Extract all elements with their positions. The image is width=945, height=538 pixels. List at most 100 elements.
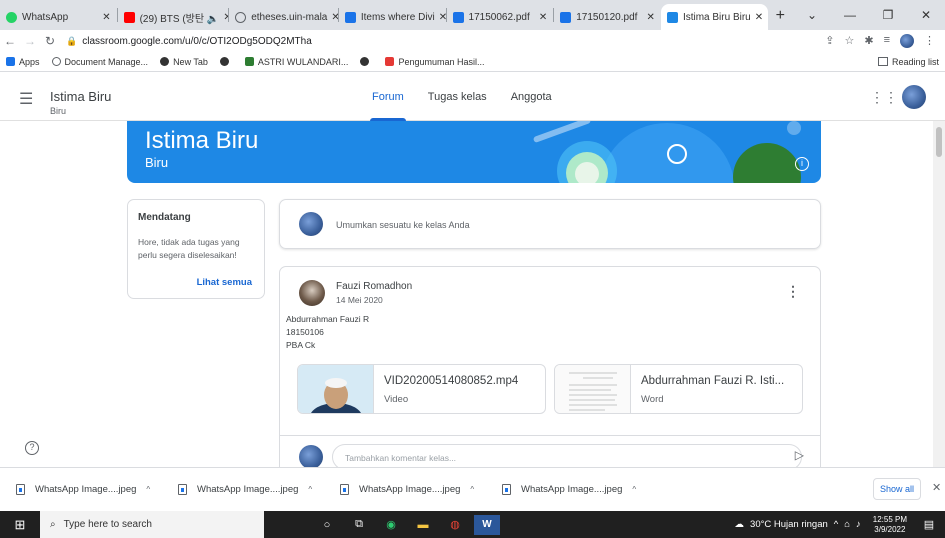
tab-search-icon[interactable]: ⌄: [793, 8, 831, 22]
help-icon[interactable]: ?: [25, 441, 39, 455]
close-tab-icon[interactable]: ✕: [219, 12, 228, 23]
profile-avatar-icon[interactable]: [900, 34, 914, 48]
close-tab-icon[interactable]: ✕: [535, 12, 547, 23]
announce-box[interactable]: Umumkan sesuatu ke kelas Anda: [279, 199, 821, 249]
banner-title: Istima Biru: [145, 127, 259, 154]
close-tab-icon[interactable]: ✕: [327, 12, 338, 23]
globe-favicon-icon: [235, 11, 247, 23]
tab-forum[interactable]: Forum: [360, 73, 416, 121]
bookmark-document-manage[interactable]: Document Manage...: [46, 57, 155, 67]
account-avatar[interactable]: [902, 85, 926, 109]
browser-tab-pdf-1[interactable]: 17150062.pdf ✕: [447, 4, 554, 30]
bookmark-globe[interactable]: [214, 57, 239, 66]
class-title[interactable]: Istima Biru: [50, 89, 111, 104]
restore-icon[interactable]: ❐: [869, 8, 907, 22]
info-icon[interactable]: i: [795, 157, 809, 171]
reading-list-button[interactable]: Reading list: [877, 57, 945, 67]
tray-chevron-icon[interactable]: ^: [834, 519, 838, 530]
file-explorer-icon[interactable]: ▬: [410, 515, 436, 535]
bookmark-label: New Tab: [173, 56, 208, 67]
show-all-button[interactable]: Show all: [873, 478, 921, 500]
browser-tab-whatsapp[interactable]: WhatsApp ✕: [0, 4, 117, 30]
edge-icon[interactable]: ◉: [378, 515, 404, 535]
bookmarks-bar: Apps Document Manage... New Tab ASTRI WU…: [0, 52, 945, 72]
download-item[interactable]: WhatsApp Image....jpeg ^: [324, 484, 486, 495]
star-icon[interactable]: ☆: [844, 34, 854, 48]
send-icon[interactable]: ▷: [795, 448, 804, 462]
new-tab-button[interactable]: +: [768, 4, 793, 30]
windows-taskbar: ⊞ ⌕ Type here to search ○ ⧉ ◉ ▬ ◍ W ☁ 30…: [0, 511, 945, 538]
download-item[interactable]: WhatsApp Image....jpeg ^: [162, 484, 324, 495]
word-icon[interactable]: W: [474, 514, 500, 535]
notifications-icon[interactable]: ▤: [916, 515, 942, 535]
extensions-icon[interactable]: ✱: [864, 34, 873, 48]
lock-icon[interactable]: 🔒: [66, 36, 77, 47]
windows-start-icon[interactable]: ⊞: [0, 517, 40, 533]
clock-time: 12:55 PM: [872, 514, 907, 524]
browser-tab-items[interactable]: Items where Divi ✕: [339, 4, 446, 30]
browser-tab-youtube[interactable]: (29) BTS (방탄 🔈 ✕: [118, 4, 228, 30]
close-downloads-icon[interactable]: ✕: [932, 481, 941, 494]
comment-placeholder: Tambahkan komentar kelas...: [345, 453, 457, 463]
view-all-link[interactable]: Lihat semua: [197, 277, 252, 288]
browser-tab-strip: WhatsApp ✕ (29) BTS (방탄 🔈 ✕ etheses.uin-…: [0, 0, 945, 30]
image-file-icon: [178, 484, 187, 495]
tab-label: 17150120.pdf: [576, 11, 638, 23]
tab-tugas-kelas[interactable]: Tugas kelas: [416, 73, 499, 121]
minimize-icon[interactable]: —: [831, 8, 869, 22]
classroom-favicon-icon: [666, 11, 678, 23]
download-filename: WhatsApp Image....jpeg: [197, 484, 299, 495]
download-item[interactable]: WhatsApp Image....jpeg ^: [0, 484, 162, 495]
chevron-up-icon[interactable]: ^: [146, 485, 150, 494]
banner-subtitle: Biru: [145, 155, 169, 170]
tab-anggota[interactable]: Anggota: [499, 73, 564, 121]
menu-dots-icon[interactable]: ⋮: [924, 34, 935, 48]
browser-tab-etheses[interactable]: etheses.uin-mala ✕: [229, 4, 338, 30]
bookmark-pengumuman[interactable]: Pengumuman Hasil...: [379, 57, 490, 67]
search-icon: ⌕: [50, 519, 56, 530]
apps-grid-icon: [6, 57, 15, 66]
bookmark-apps[interactable]: Apps: [0, 57, 46, 67]
more-options-icon[interactable]: ⋮: [786, 283, 800, 300]
bookmark-globe-2[interactable]: [354, 57, 379, 66]
scrollbar-thumb[interactable]: [936, 127, 942, 157]
url-field[interactable]: 🔒 classroom.google.com/u/0/c/OTI2ODg5ODQ…: [60, 32, 825, 50]
chevron-up-icon[interactable]: ^: [308, 485, 312, 494]
tab-label: Items where Divi: [360, 11, 435, 23]
close-tab-icon[interactable]: ✕: [643, 12, 655, 23]
document-thumbnail: [555, 365, 631, 413]
comment-input[interactable]: Tambahkan komentar kelas...: [332, 444, 802, 467]
network-icon[interactable]: ⌂: [844, 519, 850, 530]
chrome-icon[interactable]: ◍: [442, 515, 468, 535]
weather-cloud-icon[interactable]: ☁: [735, 519, 745, 530]
cortana-icon[interactable]: ○: [314, 515, 340, 535]
forward-icon[interactable]: →: [20, 34, 40, 48]
reload-icon[interactable]: ↻: [40, 34, 60, 48]
download-item[interactable]: WhatsApp Image....jpeg ^: [486, 484, 648, 495]
bookmark-label: ASTRI WULANDARI...: [257, 56, 349, 67]
attachment-word[interactable]: Abdurrahman Fauzi R. Isti... Word: [554, 364, 803, 414]
browser-tab-classroom[interactable]: Istima Biru Biru ✕: [660, 4, 768, 30]
upcoming-heading: Mendatang: [138, 212, 191, 223]
close-tab-icon[interactable]: ✕: [435, 12, 446, 23]
page-scrollbar[interactable]: [933, 121, 945, 467]
close-window-icon[interactable]: ✕: [907, 8, 945, 22]
share-icon[interactable]: ⇪: [825, 34, 834, 48]
reading-mode-icon[interactable]: ≡: [884, 34, 890, 48]
volume-icon[interactable]: ♪: [856, 519, 861, 530]
clock[interactable]: 12:55 PM 3/9/2022: [867, 515, 913, 535]
clock-date: 3/9/2022: [874, 524, 906, 534]
chevron-up-icon[interactable]: ^: [632, 485, 636, 494]
close-tab-icon[interactable]: ✕: [98, 12, 110, 23]
close-tab-icon[interactable]: ✕: [751, 12, 763, 23]
task-view-icon[interactable]: ⧉: [346, 515, 372, 535]
attachment-video[interactable]: VID20200514080852.mp4 Video: [297, 364, 546, 414]
back-icon[interactable]: ←: [0, 34, 20, 48]
bookmark-astri[interactable]: ASTRI WULANDARI...: [239, 57, 355, 67]
taskbar-search[interactable]: ⌕ Type here to search: [40, 511, 264, 538]
weather-text[interactable]: 30°C Hujan ringan: [750, 519, 828, 530]
chevron-up-icon[interactable]: ^: [470, 485, 474, 494]
browser-tab-pdf-2[interactable]: 17150120.pdf ✕: [554, 4, 661, 30]
hamburger-menu-icon[interactable]: ☰: [19, 89, 33, 109]
bookmark-new-tab[interactable]: New Tab: [154, 57, 214, 67]
